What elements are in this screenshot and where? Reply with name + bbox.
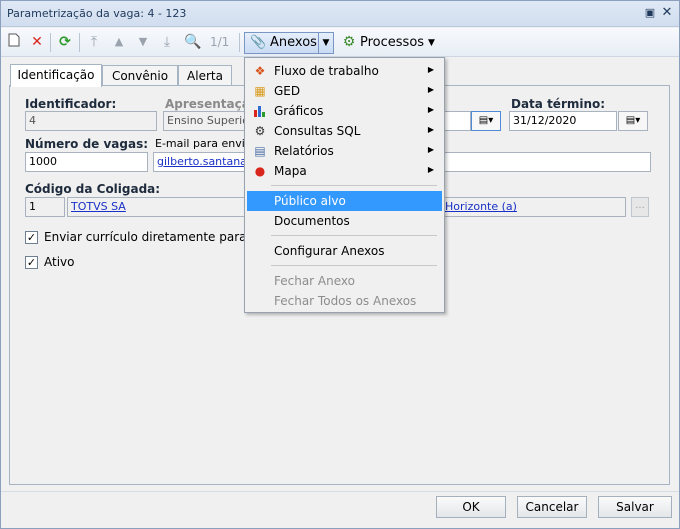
paperclip-icon: 📎 bbox=[250, 35, 267, 50]
calendar-end-icon[interactable]: ▤▾ bbox=[618, 111, 648, 131]
ativo-checkbox[interactable]: ✓ bbox=[25, 256, 38, 269]
codigo-coligada-field[interactable]: 1 bbox=[25, 197, 65, 217]
processos-gear-icon: ⚙ bbox=[342, 34, 356, 50]
numero-vagas-field[interactable]: 1000 bbox=[25, 152, 148, 172]
coligada-extra-link[interactable]: Horizonte (a) bbox=[441, 197, 626, 217]
menu-item-relatorios[interactable]: ▤ Relatórios ▶ bbox=[247, 141, 442, 161]
menu-separator bbox=[271, 265, 437, 266]
submenu-arrow-icon: ▶ bbox=[427, 145, 434, 154]
menu-item-fechar-todos-anexos[interactable]: Fechar Todos os Anexos bbox=[247, 291, 442, 311]
tab-convenio[interactable]: Convênio bbox=[102, 65, 178, 86]
tab-identificacao[interactable]: Identificação bbox=[10, 64, 102, 87]
menu-item-documentos[interactable]: Documentos bbox=[247, 211, 442, 231]
data-termino-field[interactable]: 31/12/2020 bbox=[509, 111, 617, 131]
anexos-button[interactable]: 📎 Anexos bbox=[244, 32, 319, 54]
sql-gear-icon: ⚙ bbox=[254, 124, 266, 138]
submenu-arrow-icon: ▶ bbox=[427, 85, 434, 94]
email-field[interactable]: gilberto.santana@t bbox=[153, 152, 249, 172]
menu-item-ged[interactable]: ▦ GED ▶ bbox=[247, 81, 442, 101]
binoculars-icon[interactable]: 🔍 bbox=[184, 33, 202, 51]
parametrizacao-window: Parametrização da vaga: 4 - 123 ▣ ✕ ✕ ⟳ … bbox=[0, 0, 680, 529]
save-button[interactable]: Salvar bbox=[598, 496, 672, 518]
anexos-label: Anexos bbox=[270, 35, 317, 50]
menu-item-publico-alvo[interactable]: Público alvo bbox=[247, 191, 442, 211]
workflow-icon: ❖ bbox=[254, 64, 266, 78]
menu-item-mapa[interactable]: ● Mapa ▶ bbox=[247, 161, 442, 181]
coligada-lookup-button[interactable]: ... bbox=[631, 197, 649, 217]
restore-icon[interactable]: ▣ bbox=[643, 6, 657, 20]
submenu-arrow-icon: ▶ bbox=[427, 165, 434, 174]
menu-item-graficos[interactable]: Gráficos ▶ bbox=[247, 101, 442, 121]
menu-item-fluxo-trabalho[interactable]: ❖ Fluxo de trabalho ▶ bbox=[247, 61, 442, 81]
new-record-icon[interactable] bbox=[5, 33, 23, 51]
enviar-curriculo-checkbox[interactable]: ✓ bbox=[25, 231, 38, 244]
cancel-button[interactable]: Cancelar bbox=[517, 496, 587, 518]
menu-item-configurar-anexos[interactable]: Configurar Anexos bbox=[247, 241, 442, 261]
calendar-start-icon[interactable]: ▤▾ bbox=[471, 111, 501, 131]
processos-button[interactable]: Processos bbox=[360, 35, 424, 50]
refresh-icon[interactable]: ⟳ bbox=[56, 33, 74, 51]
ged-icon: ▦ bbox=[254, 84, 266, 98]
processos-dropdown-arrow[interactable]: ▼ bbox=[428, 38, 435, 48]
anexos-dropdown-arrow[interactable]: ▼ bbox=[318, 32, 334, 54]
numero-vagas-label: Número de vagas: bbox=[25, 137, 149, 151]
submenu-arrow-icon: ▶ bbox=[427, 105, 434, 114]
menu-item-fechar-anexo[interactable]: Fechar Anexo bbox=[247, 271, 442, 291]
report-icon: ▤ bbox=[254, 144, 266, 158]
title-bar: Parametrização da vaga: 4 - 123 ▣ ✕ bbox=[1, 1, 679, 27]
tab-alerta[interactable]: Alerta bbox=[178, 65, 232, 86]
delete-icon[interactable]: ✕ bbox=[28, 33, 46, 51]
apresentacao-field[interactable]: Ensino Superior bbox=[163, 111, 247, 131]
window-title: Parametrização da vaga: 4 - 123 bbox=[7, 7, 187, 20]
submenu-arrow-icon: ▶ bbox=[427, 65, 434, 74]
ativo-label: Ativo bbox=[44, 255, 75, 269]
email-field-continued[interactable] bbox=[441, 152, 651, 172]
submenu-arrow-icon: ▶ bbox=[427, 125, 434, 134]
previous-record-icon[interactable]: ▲ bbox=[110, 33, 128, 51]
menu-separator bbox=[271, 235, 437, 236]
identificador-field[interactable]: 4 bbox=[25, 111, 157, 131]
data-termino-label: Data término: bbox=[511, 97, 606, 111]
last-record-icon[interactable]: ⤓ bbox=[158, 33, 176, 51]
first-record-icon[interactable]: ⤒ bbox=[85, 33, 103, 51]
identificador-label: Identificador: bbox=[25, 97, 117, 111]
close-icon[interactable]: ✕ bbox=[660, 6, 674, 20]
map-pin-icon: ● bbox=[254, 164, 266, 178]
menu-item-consultas-sql[interactable]: ⚙ Consultas SQL ▶ bbox=[247, 121, 442, 141]
ok-button[interactable]: OK bbox=[436, 496, 506, 518]
coligada-name-link[interactable]: TOTVS SA bbox=[67, 197, 247, 217]
anexos-menu: ❖ Fluxo de trabalho ▶ ▦ GED ▶ Gráficos ▶… bbox=[244, 57, 445, 313]
next-record-icon[interactable]: ▼ bbox=[134, 33, 152, 51]
codigo-coligada-label: Código da Coligada: bbox=[25, 182, 161, 196]
data-inicio-field[interactable] bbox=[441, 111, 471, 131]
record-counter: 1/1 bbox=[210, 35, 230, 49]
bar-chart-icon bbox=[253, 104, 267, 118]
menu-separator bbox=[271, 185, 437, 186]
